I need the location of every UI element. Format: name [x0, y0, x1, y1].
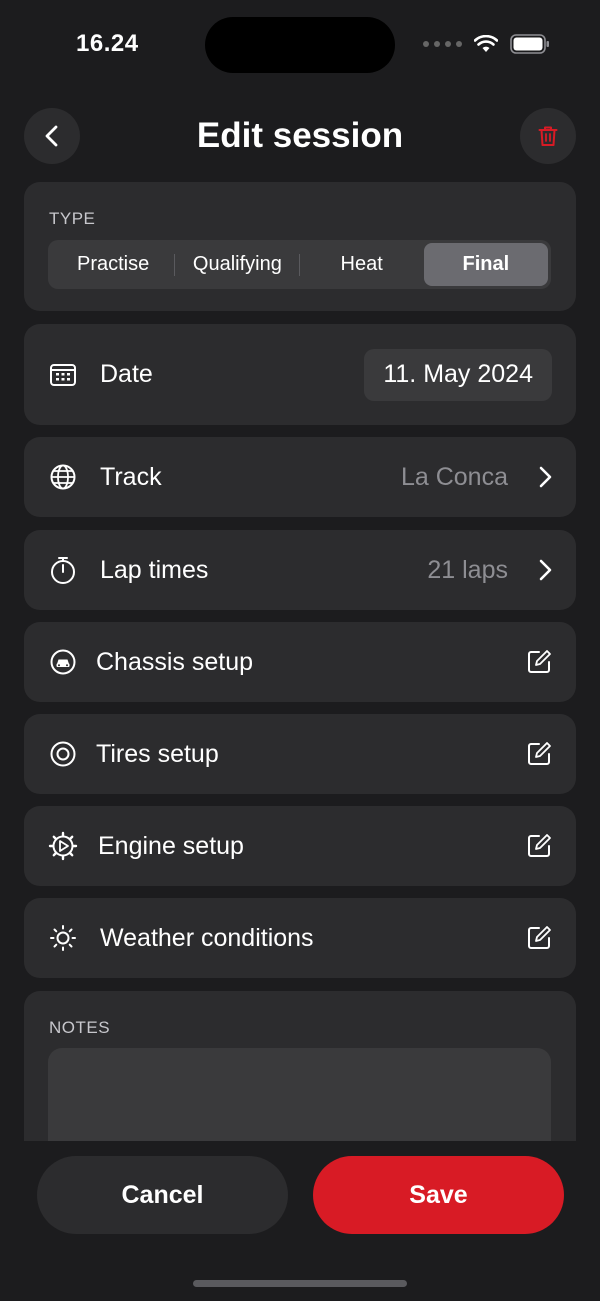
session-type-segmented-control: Practise Qualifying Heat Final	[48, 240, 551, 289]
date-label: Date	[100, 360, 153, 388]
type-option-heat[interactable]: Heat	[300, 243, 424, 286]
track-label: Track	[100, 462, 162, 491]
lap-times-label: Lap times	[100, 555, 209, 584]
globe-icon	[48, 462, 78, 492]
weather-conditions-row[interactable]: Weather conditions	[24, 898, 576, 978]
bottom-action-bar: Cancel Save	[0, 1141, 600, 1301]
engine-setup-row[interactable]: Engine setup	[24, 806, 576, 886]
sun-icon	[48, 923, 78, 953]
weather-row-content: Weather conditions	[24, 898, 576, 978]
edit-icon[interactable]	[526, 925, 552, 951]
save-button[interactable]: Save	[313, 1156, 564, 1234]
tire-icon	[48, 739, 78, 769]
status-icons	[423, 34, 550, 54]
cancel-button[interactable]: Cancel	[37, 1156, 288, 1234]
engine-setup-label: Engine setup	[98, 831, 244, 860]
battery-icon	[510, 34, 549, 54]
tires-setup-label: Tires setup	[96, 739, 219, 768]
header: Edit session	[0, 108, 600, 164]
tires-setup-row[interactable]: Tires setup	[24, 714, 576, 794]
chevron-right-icon	[539, 466, 552, 488]
cellular-signal-icon	[423, 41, 462, 47]
car-icon	[48, 647, 78, 677]
tires-row-content: Tires setup	[24, 714, 576, 794]
stopwatch-icon	[48, 555, 78, 585]
status-time: 16.24	[76, 30, 139, 57]
type-option-qualifying[interactable]: Qualifying	[175, 243, 300, 286]
page-title: Edit session	[196, 116, 404, 155]
notes-section-label: NOTES	[49, 1018, 111, 1037]
date-picker[interactable]: 11. May 2024	[364, 348, 552, 401]
chassis-row-content: Chassis setup	[24, 622, 576, 702]
date-row: Date 11. May 2024	[24, 324, 576, 425]
dynamic-island	[205, 17, 395, 73]
delete-button[interactable]	[520, 108, 576, 164]
trash-icon	[538, 126, 558, 146]
type-option-final[interactable]: Final	[423, 243, 548, 286]
type-section-label: TYPE	[49, 209, 96, 228]
engine-row-content: Engine setup	[24, 806, 576, 886]
edit-icon[interactable]	[526, 649, 552, 675]
track-value: La Conca	[400, 462, 508, 491]
weather-conditions-label: Weather conditions	[100, 923, 314, 952]
status-bar: 16.24	[0, 0, 600, 90]
type-option-practise[interactable]: Practise	[51, 243, 176, 286]
edit-icon[interactable]	[526, 833, 552, 859]
calendar-icon	[48, 360, 78, 390]
home-indicator	[193, 1280, 407, 1287]
lap-times-row-content: Lap times 21 laps	[24, 530, 576, 610]
engine-gear-icon	[48, 831, 78, 861]
type-card: TYPE Practise Qualifying Heat Final	[24, 182, 576, 311]
chevron-right-icon	[539, 559, 552, 581]
lap-times-value: 21 laps	[427, 555, 508, 584]
lap-times-row[interactable]: Lap times 21 laps	[24, 530, 576, 610]
date-card: Date 11. May 2024	[24, 324, 576, 425]
chassis-setup-row[interactable]: Chassis setup	[24, 622, 576, 702]
edit-icon[interactable]	[526, 741, 552, 767]
track-row-content: Track La Conca	[24, 437, 576, 517]
track-row[interactable]: Track La Conca	[24, 437, 576, 517]
wifi-icon	[474, 35, 498, 52]
chassis-setup-label: Chassis setup	[96, 647, 254, 676]
notes-card: NOTES	[24, 991, 576, 1168]
